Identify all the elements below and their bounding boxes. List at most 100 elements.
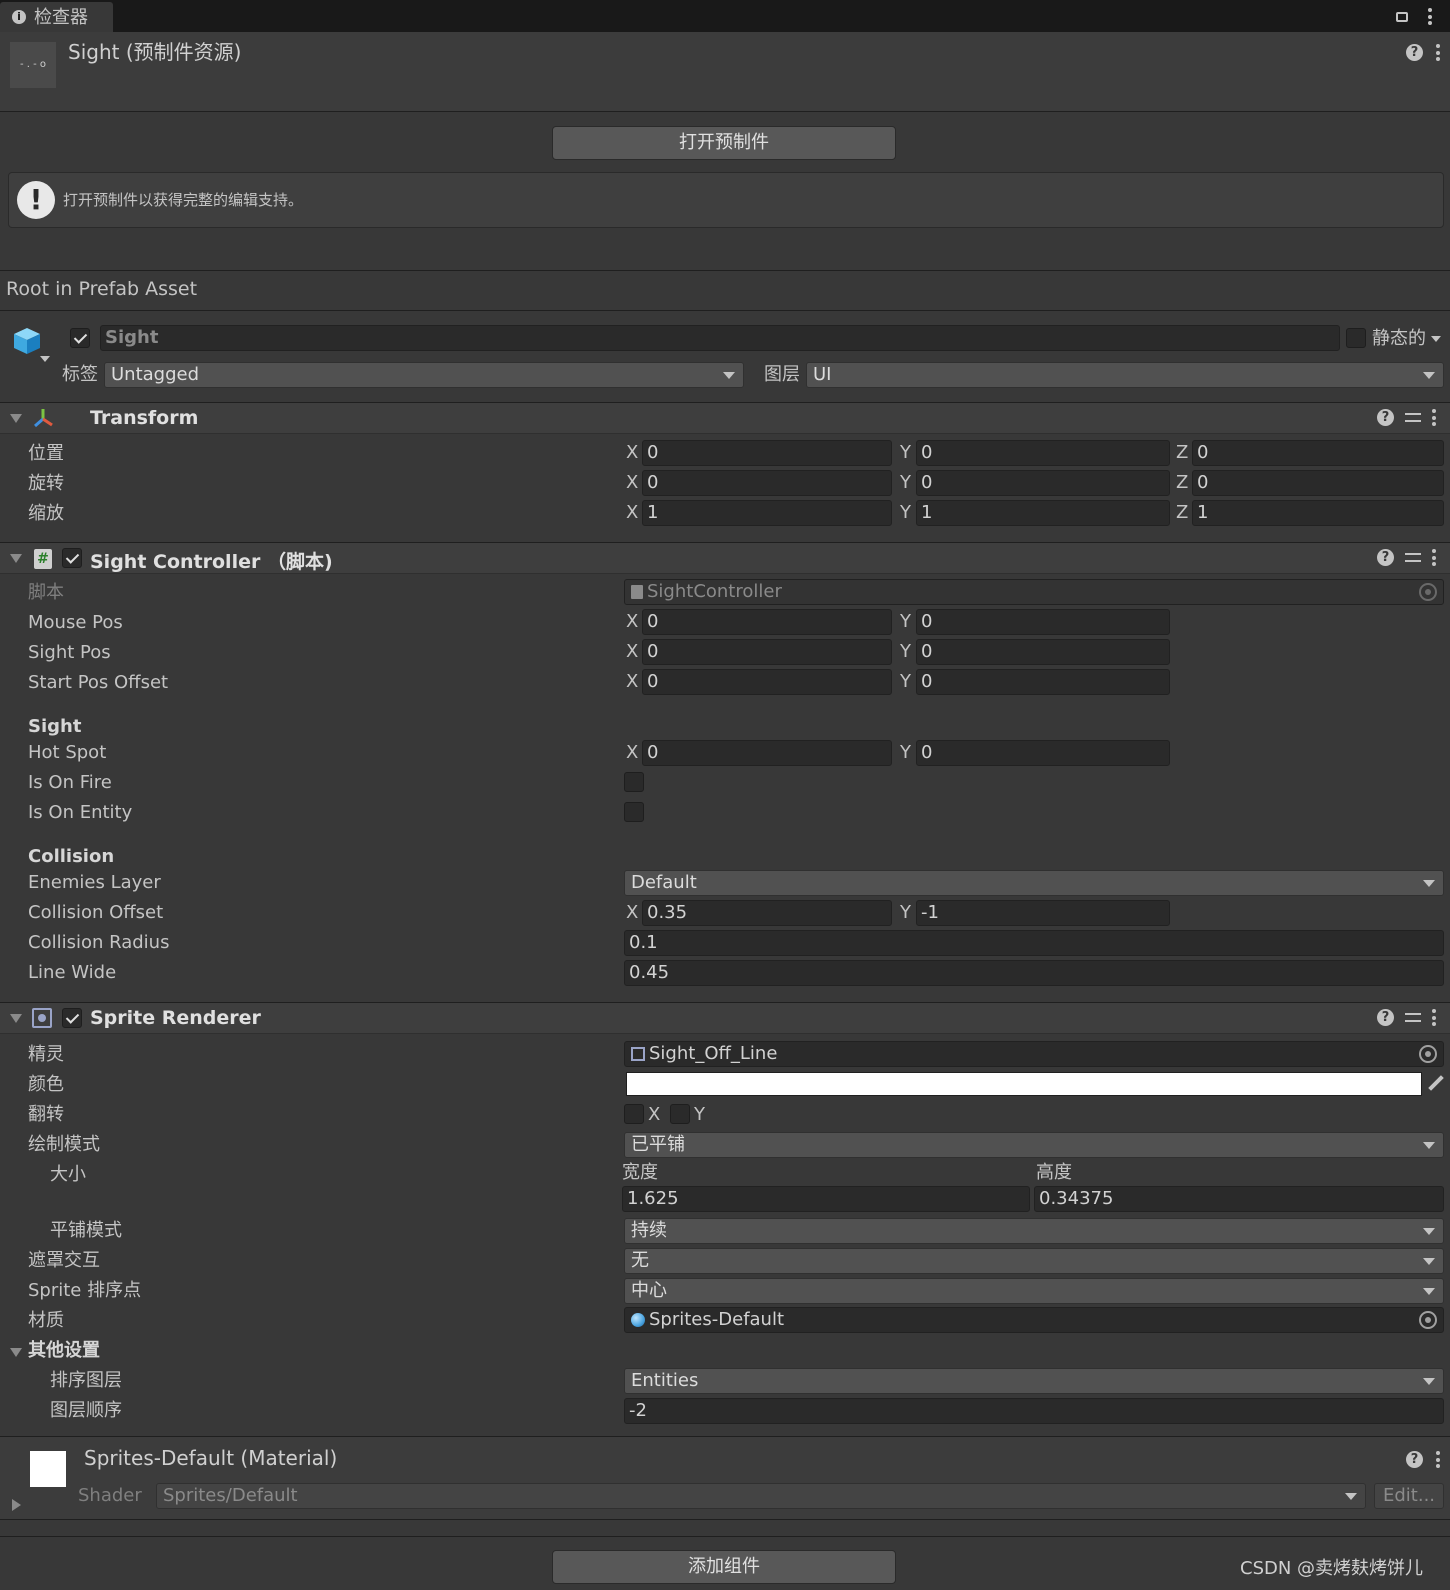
material-menu-icon[interactable] bbox=[1436, 1451, 1440, 1468]
sight-pos-x-field[interactable]: 0 bbox=[642, 639, 892, 665]
size-width-field[interactable]: 1.625 bbox=[622, 1186, 1030, 1212]
sight-controller-fold-arrow[interactable] bbox=[10, 554, 22, 563]
shader-dropdown[interactable]: Sprites/Default bbox=[156, 1483, 1366, 1509]
help-icon[interactable]: ? bbox=[1377, 409, 1394, 426]
rotation-y-field[interactable]: 0 bbox=[916, 470, 1170, 496]
script-field[interactable]: SightController bbox=[624, 579, 1444, 605]
collision-offset-x-field[interactable]: 0.35 bbox=[642, 900, 892, 926]
draw-mode-dropdown[interactable]: 已平铺 bbox=[624, 1132, 1444, 1158]
axis-x[interactable]: X bbox=[626, 440, 638, 466]
position-y-field[interactable]: 0 bbox=[916, 440, 1170, 466]
object-picker-icon[interactable] bbox=[1419, 1311, 1437, 1329]
axis-z[interactable]: Z bbox=[1176, 500, 1188, 526]
start-pos-offset-y-field[interactable]: 0 bbox=[916, 669, 1170, 695]
size-height-field[interactable]: 0.34375 bbox=[1034, 1186, 1444, 1212]
transform-header[interactable]: Transform ? bbox=[0, 402, 1450, 434]
help-icon[interactable]: ? bbox=[1406, 44, 1423, 61]
mouse-pos-x-field[interactable]: 0 bbox=[642, 609, 892, 635]
gameobject-active-checkbox[interactable] bbox=[70, 328, 90, 348]
flip-y-checkbox[interactable] bbox=[670, 1104, 690, 1124]
rotation-z-field[interactable]: 0 bbox=[1192, 470, 1444, 496]
axis-y[interactable]: Y bbox=[900, 500, 911, 526]
sorting-layer-dropdown[interactable]: Entities bbox=[624, 1368, 1444, 1394]
object-picker-icon[interactable] bbox=[1419, 583, 1437, 601]
position-x-field[interactable]: 0 bbox=[642, 440, 892, 466]
rotation-x-field[interactable]: 0 bbox=[642, 470, 892, 496]
axis-z[interactable]: Z bbox=[1176, 470, 1188, 496]
hot-spot-y-field[interactable]: 0 bbox=[916, 740, 1170, 766]
axis-x[interactable]: X bbox=[626, 609, 638, 635]
sight-pos-y-field[interactable]: 0 bbox=[916, 639, 1170, 665]
axis-x[interactable]: X bbox=[626, 740, 638, 766]
position-z-field[interactable]: 0 bbox=[1192, 440, 1444, 466]
sprite-renderer-enabled-checkbox[interactable] bbox=[62, 1008, 82, 1028]
is-on-fire-checkbox[interactable] bbox=[624, 772, 644, 792]
sight-controller-enabled-checkbox[interactable] bbox=[62, 548, 82, 568]
axis-z[interactable]: Z bbox=[1176, 440, 1188, 466]
sprite-renderer-header[interactable]: Sprite Renderer ? bbox=[0, 1002, 1450, 1034]
color-swatch[interactable] bbox=[626, 1072, 1422, 1096]
axis-y[interactable]: Y bbox=[900, 609, 911, 635]
layer-dropdown[interactable]: UI bbox=[806, 362, 1444, 388]
enemies-layer-dropdown[interactable]: Default bbox=[624, 870, 1444, 896]
collision-radius-field[interactable]: 0.1 bbox=[624, 930, 1444, 956]
axis-y[interactable]: Y bbox=[900, 900, 911, 926]
scale-x-field[interactable]: 1 bbox=[642, 500, 892, 526]
sprite-renderer-fold-arrow[interactable] bbox=[10, 1014, 22, 1023]
sprite-field[interactable]: Sight_Off_Line bbox=[624, 1041, 1444, 1067]
component-menu-icon[interactable] bbox=[1432, 1009, 1436, 1026]
order-in-layer-field[interactable]: -2 bbox=[624, 1398, 1444, 1424]
flip-x-checkbox[interactable] bbox=[624, 1104, 644, 1124]
static-label[interactable]: 静态的 bbox=[1372, 328, 1426, 350]
preset-icon[interactable] bbox=[1404, 1009, 1422, 1026]
material-fold-arrow[interactable] bbox=[12, 1499, 21, 1511]
is-on-entity-checkbox[interactable] bbox=[624, 802, 644, 822]
material-field[interactable]: Sprites-Default bbox=[624, 1307, 1444, 1333]
transform-fold-arrow[interactable] bbox=[10, 414, 22, 423]
add-component-button[interactable]: 添加组件 bbox=[552, 1550, 896, 1584]
static-dropdown-arrow[interactable] bbox=[1431, 336, 1441, 342]
axis-x[interactable]: X bbox=[626, 500, 638, 526]
other-settings-label[interactable]: 其他设置 bbox=[28, 1340, 100, 1362]
component-menu-icon[interactable] bbox=[1432, 549, 1436, 566]
mask-interaction-dropdown[interactable]: 无 bbox=[624, 1248, 1444, 1274]
axis-y[interactable]: Y bbox=[900, 639, 911, 665]
scale-y-field[interactable]: 1 bbox=[916, 500, 1170, 526]
help-icon[interactable]: ? bbox=[1406, 1451, 1423, 1468]
lock-icon[interactable] bbox=[1396, 12, 1408, 22]
icon-dropdown-arrow[interactable] bbox=[40, 356, 50, 362]
start-pos-offset-x-field[interactable]: 0 bbox=[642, 669, 892, 695]
hot-spot-x-field[interactable]: 0 bbox=[642, 740, 892, 766]
axis-y[interactable]: Y bbox=[900, 440, 911, 466]
axis-y[interactable]: Y bbox=[900, 470, 911, 496]
preset-icon[interactable] bbox=[1404, 549, 1422, 566]
shader-edit-button[interactable]: Edit... bbox=[1374, 1483, 1444, 1509]
collision-offset-y-field[interactable]: -1 bbox=[916, 900, 1170, 926]
sight-controller-header[interactable]: # Sight Controller （脚本) ? bbox=[0, 542, 1450, 574]
other-settings-fold-arrow[interactable] bbox=[10, 1348, 22, 1357]
axis-x[interactable]: X bbox=[626, 669, 638, 695]
eyedropper-icon[interactable] bbox=[1428, 1075, 1444, 1091]
help-icon[interactable]: ? bbox=[1377, 549, 1394, 566]
axis-x[interactable]: X bbox=[626, 470, 638, 496]
axis-x[interactable]: X bbox=[626, 900, 638, 926]
static-checkbox[interactable] bbox=[1346, 328, 1366, 348]
help-icon[interactable]: ? bbox=[1377, 1009, 1394, 1026]
tab-inspector[interactable]: i 检查器 bbox=[0, 2, 113, 32]
open-prefab-button[interactable]: 打开预制件 bbox=[552, 126, 896, 160]
asset-menu-icon[interactable] bbox=[1436, 44, 1440, 61]
axis-y[interactable]: Y bbox=[900, 669, 911, 695]
object-picker-icon[interactable] bbox=[1419, 1045, 1437, 1063]
scale-z-field[interactable]: 1 bbox=[1192, 500, 1444, 526]
axis-x[interactable]: X bbox=[626, 639, 638, 665]
tag-dropdown[interactable]: Untagged bbox=[104, 362, 744, 388]
sort-point-dropdown[interactable]: 中心 bbox=[624, 1278, 1444, 1304]
mouse-pos-y-field[interactable]: 0 bbox=[916, 609, 1170, 635]
gameobject-name-field[interactable]: Sight bbox=[100, 325, 1340, 351]
axis-y[interactable]: Y bbox=[900, 740, 911, 766]
tile-mode-dropdown[interactable]: 持续 bbox=[624, 1218, 1444, 1244]
line-wide-field[interactable]: 0.45 bbox=[624, 960, 1444, 986]
tab-menu-icon[interactable] bbox=[1428, 8, 1432, 25]
preset-icon[interactable] bbox=[1404, 409, 1422, 426]
component-menu-icon[interactable] bbox=[1432, 409, 1436, 426]
